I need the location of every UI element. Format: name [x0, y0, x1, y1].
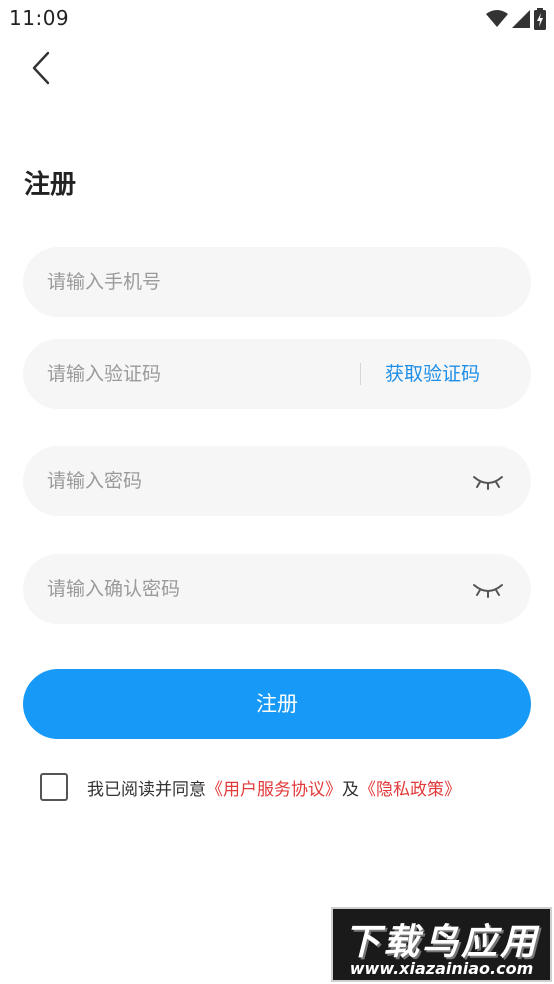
agreement-checkbox[interactable]	[40, 773, 68, 801]
status-bar: 11:09	[0, 0, 554, 36]
phone-field	[23, 247, 531, 317]
agreement-row: 我已阅读并同意《用户服务协议》及《隐私政策》	[40, 771, 461, 803]
watermark-url: www.xiazainiao.com	[349, 959, 534, 978]
agreement-prefix: 我已阅读并同意	[87, 779, 206, 800]
eye-closed-icon[interactable]	[471, 576, 505, 602]
terms-link[interactable]: 《用户服务协议》	[206, 780, 342, 800]
confirm-password-field	[23, 554, 531, 624]
password-field	[23, 446, 531, 516]
code-divider	[360, 363, 361, 385]
register-button[interactable]: 注册	[23, 669, 531, 739]
signal-icon	[512, 10, 530, 32]
agreement-text: 我已阅读并同意《用户服务协议》及《隐私政策》	[87, 775, 461, 800]
eye-closed-icon[interactable]	[471, 468, 505, 494]
watermark-title: 下载鸟应用	[343, 922, 539, 963]
privacy-link[interactable]: 《隐私政策》	[359, 780, 461, 800]
verification-code-input[interactable]	[47, 339, 347, 409]
confirm-password-input[interactable]	[47, 554, 347, 624]
chevron-left-icon	[31, 51, 51, 89]
password-input[interactable]	[47, 446, 347, 516]
back-button[interactable]	[24, 50, 58, 90]
verification-code-field: 获取验证码	[23, 339, 531, 409]
page-title: 注册	[24, 170, 77, 200]
watermark-logo: 下载鸟应用 www.xiazainiao.com	[331, 907, 552, 982]
agreement-conjunction: 及	[342, 779, 359, 800]
battery-charging-icon	[534, 8, 546, 34]
phone-input[interactable]	[47, 247, 347, 317]
get-code-button[interactable]: 获取验证码	[385, 339, 480, 409]
status-time: 11:09	[9, 6, 70, 30]
status-icons	[486, 8, 546, 34]
wifi-icon	[486, 10, 508, 32]
